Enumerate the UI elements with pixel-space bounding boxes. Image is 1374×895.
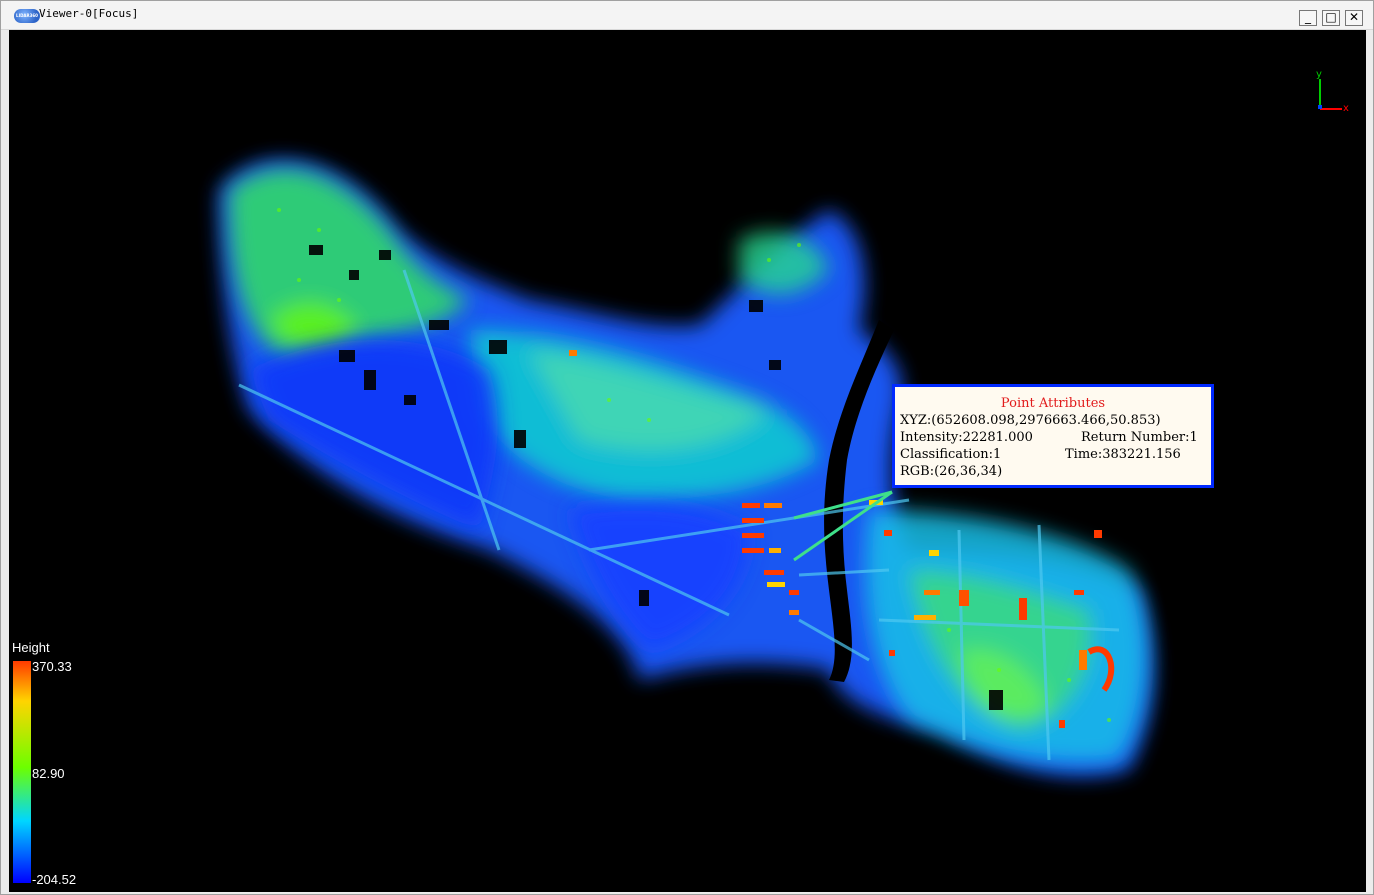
legend-title: Height: [12, 640, 50, 655]
minimize-button[interactable]: _: [1299, 10, 1317, 26]
axis-indicator: y x: [1316, 69, 1349, 114]
popup-time: Time:383221.156: [1065, 447, 1181, 462]
legend-min-value: -204.52: [32, 872, 77, 887]
point-cloud-viewport[interactable]: y x Height 370.33 82.90 -204.52 Point At…: [9, 30, 1366, 892]
title-bar[interactable]: LIDAR360 Viewer-0[Focus] _ □ ✕: [1, 1, 1373, 30]
popup-rgb: RGB:(26,36,34): [900, 464, 1003, 479]
axis-x-label: x: [1343, 103, 1349, 114]
legend-mid-value: 82.90: [32, 766, 65, 781]
app-logo-icon: LIDAR360: [14, 9, 40, 23]
popup-xyz: XYZ:(652608.098,2976663.466,50.853): [900, 413, 1161, 428]
maximize-button[interactable]: □: [1322, 10, 1340, 26]
popup-title: Point Attributes: [1000, 396, 1106, 411]
popup-classification: Classification:1: [900, 447, 1002, 462]
close-button[interactable]: ✕: [1345, 10, 1363, 26]
popup-return-number: Return Number:1: [1081, 430, 1198, 445]
axis-y-label: y: [1316, 69, 1322, 80]
popup-intensity: Intensity:22281.000: [900, 430, 1033, 445]
point-attributes-popup: Point Attributes XYZ:(652608.098,2976663…: [892, 384, 1214, 488]
legend-max-value: 370.33: [32, 659, 72, 674]
viewer-window: LIDAR360 Viewer-0[Focus] _ □ ✕ y x Heigh…: [0, 0, 1374, 895]
height-color-ramp: [13, 661, 31, 883]
window-title: Viewer-0[Focus]: [39, 7, 139, 20]
